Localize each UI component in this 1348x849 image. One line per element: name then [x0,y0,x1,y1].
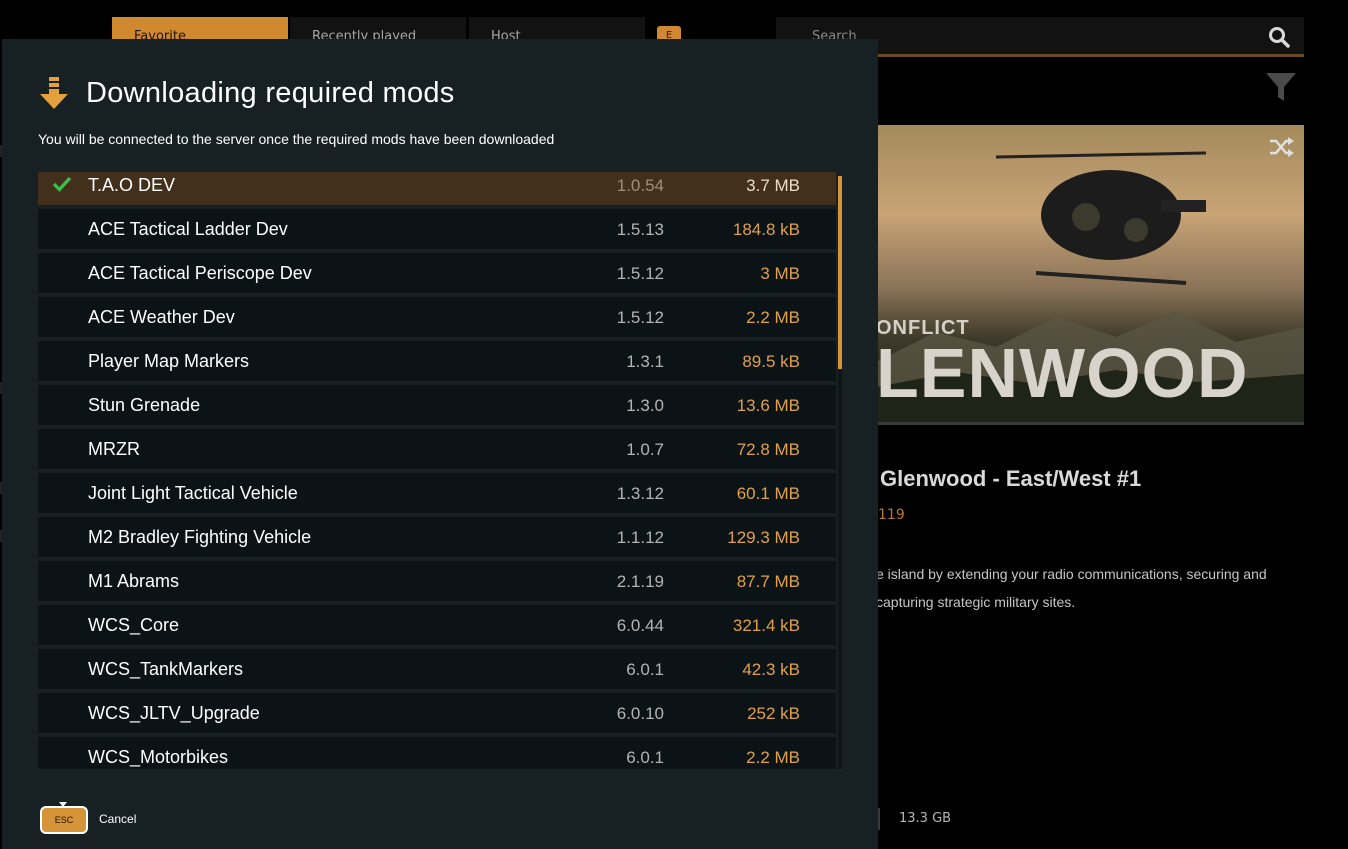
filter-icon[interactable] [1264,70,1298,104]
dialog-title: Downloading required mods [86,77,455,109]
mod-row[interactable]: WCS_Core 6.0.44 321.4 kB [38,605,836,645]
mod-name: Joint Light Tactical Vehicle [88,483,298,503]
mod-size: 42.3 kB [742,660,800,679]
mod-size: 3.7 MB [746,176,800,195]
mod-size: 87.7 MB [736,572,800,591]
mod-name: M1 Abrams [88,571,180,591]
mod-version: 1.0.54 [616,176,664,195]
mod-row[interactable]: MRZR 1.0.7 72.8 MB [38,429,836,469]
mod-size: 321.4 kB [732,616,800,635]
mod-name: WCS_TankMarkers [88,659,244,679]
server-mod-size: 13.3 GB [899,811,952,826]
hero-title: LENWOOD [876,334,1249,412]
mod-version: 2.1.19 [616,572,664,591]
mod-row[interactable]: M1 Abrams 2.1.19 87.7 MB [38,561,836,601]
scrollbar-thumb[interactable] [838,176,842,369]
dialog-subtitle: You will be connected to the server once… [38,131,555,147]
server-title: Glenwood - East/West #1 [880,466,1142,491]
download-icon [40,77,68,109]
mod-version: 1.5.12 [616,264,664,283]
mod-name: Stun Grenade [88,395,201,415]
download-mods-dialog: Downloading required mods You will be co… [2,39,878,849]
mod-version: 1.3.1 [626,352,664,371]
check-icon [52,176,72,192]
mod-row[interactable]: WCS_TankMarkers 6.0.1 42.3 kB [38,649,836,689]
mod-row[interactable]: ACE Weather Dev 1.5.12 2.2 MB [38,297,836,337]
mod-name: WCS_Motorbikes [88,747,229,767]
cancel-button[interactable]: Cancel [99,812,136,826]
mod-size: 2.2 MB [746,748,800,767]
mod-version: 6.0.44 [616,616,664,635]
mod-version: 1.3.0 [626,396,664,415]
mod-name: MRZR [88,439,140,459]
mod-row[interactable]: WCS_JLTV_Upgrade 6.0.10 252 kB [38,693,836,733]
mod-size: 2.2 MB [746,308,800,327]
mod-row[interactable]: WCS_Motorbikes 6.0.1 2.2 MB [38,737,836,769]
mod-list[interactable]: T.A.O DEV 1.0.54 3.7 MB ACE Tactical Ladder… [38,172,838,769]
mod-version: 1.1.12 [616,528,664,547]
mod-row[interactable]: ACE Tactical Ladder Dev 1.5.13 184.8 kB [38,209,836,249]
mod-version: 1.5.12 [616,308,664,327]
mod-row[interactable]: M2 Bradley Fighting Vehicle 1.1.12 129.3 M… [38,517,836,557]
mod-version: 6.0.1 [626,748,664,767]
server-preview-image: ONFLICT LENWOOD [876,125,1304,425]
mod-row[interactable]: ACE Tactical Periscope Dev 1.5.12 3 MB [38,253,836,293]
mod-size: 89.5 kB [742,352,800,371]
mod-size: 129.3 MB [727,528,800,547]
mod-row[interactable]: Stun Grenade 1.3.0 13.6 MB [38,385,836,425]
mod-size: 184.8 kB [732,220,800,239]
server-description: e island by extending your radio communi… [876,566,1267,610]
mod-name: ACE Tactical Periscope Dev [88,263,312,283]
esc-key-button[interactable]: ESC [40,806,88,834]
mod-row[interactable]: T.A.O DEV 1.0.54 3.7 MB [38,172,836,205]
mod-name: ACE Weather Dev [88,307,235,327]
mod-row[interactable]: Joint Light Tactical Vehicle 1.3.12 60.1 M… [38,473,836,513]
mod-name: Player Map Markers [88,351,250,371]
mod-size: 252 kB [747,704,800,723]
mod-size: 72.8 MB [736,440,800,459]
mod-row[interactable]: Player Map Markers 1.3.1 89.5 kB [38,341,836,381]
divider [878,808,880,830]
mod-version: 1.3.12 [616,484,664,503]
mod-name: T.A.O DEV [88,175,176,195]
mod-name: M2 Bradley Fighting Vehicle [88,527,312,547]
search-icon[interactable] [1268,26,1290,48]
mod-size: 60.1 MB [736,484,800,503]
mod-size: 13.6 MB [736,396,800,415]
mod-version: 1.5.13 [616,220,664,239]
mod-name: WCS_JLTV_Upgrade [88,703,260,723]
mod-name: ACE Tactical Ladder Dev [88,219,288,239]
mod-version: 6.0.10 [616,704,664,723]
server-number: 119 [878,507,905,523]
mod-name: WCS_Core [88,615,180,635]
mod-size: 3 MB [760,264,800,283]
mod-version: 1.0.7 [626,440,664,459]
shuffle-icon[interactable] [1268,136,1294,158]
mod-version: 6.0.1 [626,660,664,679]
